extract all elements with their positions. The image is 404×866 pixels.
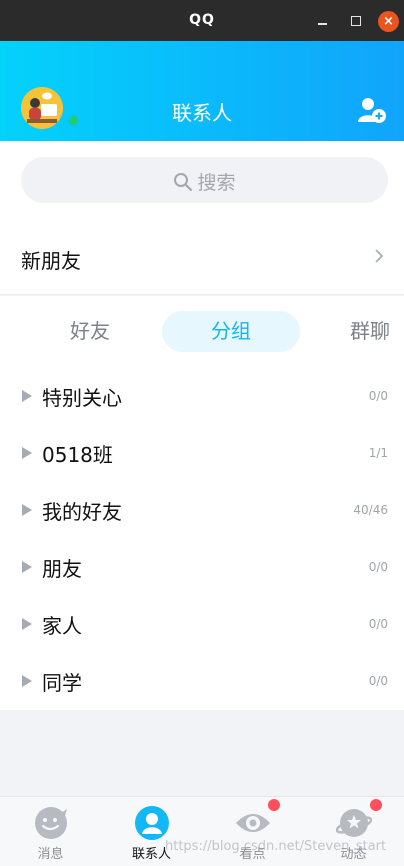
nav-messages[interactable]: 消息 <box>0 797 101 866</box>
search-placeholder: 搜索 <box>197 172 236 194</box>
nav-discover[interactable]: 看点 <box>202 797 303 866</box>
group-name: 家人 <box>42 614 82 638</box>
expand-arrow-icon <box>22 390 32 402</box>
search-input[interactable]: 搜索 <box>21 157 388 203</box>
group-count: 1/1 <box>368 446 388 460</box>
new-friends-row[interactable]: 新朋友 <box>0 223 404 295</box>
notification-badge <box>370 799 382 811</box>
expand-arrow-icon <box>22 675 32 687</box>
nav-contacts[interactable]: 联系人 <box>101 797 202 866</box>
eye-icon <box>236 814 270 832</box>
message-icon <box>35 807 67 839</box>
group-count: 0/0 <box>368 674 388 688</box>
minimize-button[interactable] <box>314 12 332 30</box>
group-row[interactable]: 我的好友 40/46 <box>0 482 404 539</box>
group-row[interactable]: 特别关心 0/0 <box>0 368 404 425</box>
group-count: 40/46 <box>353 503 388 517</box>
expand-arrow-icon <box>22 504 32 516</box>
expand-arrow-icon <box>22 561 32 573</box>
group-count: 0/0 <box>368 389 388 403</box>
group-row[interactable]: 家人 0/0 <box>0 596 404 653</box>
bottom-navigation: 消息 联系人 看点 动态 <box>0 796 404 866</box>
group-row[interactable]: 朋友 0/0 <box>0 539 404 596</box>
close-button[interactable]: × <box>378 11 399 32</box>
new-friends-label: 新朋友 <box>21 249 81 273</box>
group-name: 0518班 <box>42 443 113 467</box>
tab-friends[interactable]: 好友 <box>40 311 140 352</box>
group-list: 特别关心 0/0 0518班 1/1 我的好友 40/46 朋友 0/0 家人 … <box>0 368 404 710</box>
planet-icon <box>336 809 372 837</box>
nav-moments[interactable]: 动态 <box>303 797 404 866</box>
group-row[interactable]: 0518班 1/1 <box>0 425 404 482</box>
expand-arrow-icon <box>22 618 32 630</box>
nav-label: 消息 <box>37 847 64 862</box>
add-friend-icon[interactable] <box>357 96 387 124</box>
group-count: 0/0 <box>368 560 388 574</box>
group-name: 同学 <box>42 671 82 695</box>
page-title: 联系人 <box>172 101 232 125</box>
contacts-tabs: 好友 分组 群聊 <box>0 296 404 368</box>
contacts-icon <box>135 806 169 840</box>
group-name: 朋友 <box>42 557 82 581</box>
expand-arrow-icon <box>22 447 32 459</box>
group-name: 特别关心 <box>42 386 122 410</box>
search-area: 搜索 <box>0 141 404 223</box>
watermark-text: https://blog.csdn.net/Steven_start <box>165 839 387 854</box>
group-name: 我的好友 <box>42 500 122 524</box>
chevron-right-icon <box>375 249 384 263</box>
tab-group-chats[interactable]: 群聊 <box>332 311 404 352</box>
group-row[interactable]: 同学 0/0 <box>0 653 404 710</box>
tab-groups[interactable]: 分组 <box>162 311 300 352</box>
window-titlebar: QQ × <box>0 0 404 41</box>
contacts-header: 联系人 <box>0 41 404 141</box>
search-icon <box>174 173 193 192</box>
notification-badge <box>268 799 280 811</box>
maximize-button[interactable] <box>347 12 365 30</box>
window-title: QQ <box>189 12 215 28</box>
group-count: 0/0 <box>368 617 388 631</box>
